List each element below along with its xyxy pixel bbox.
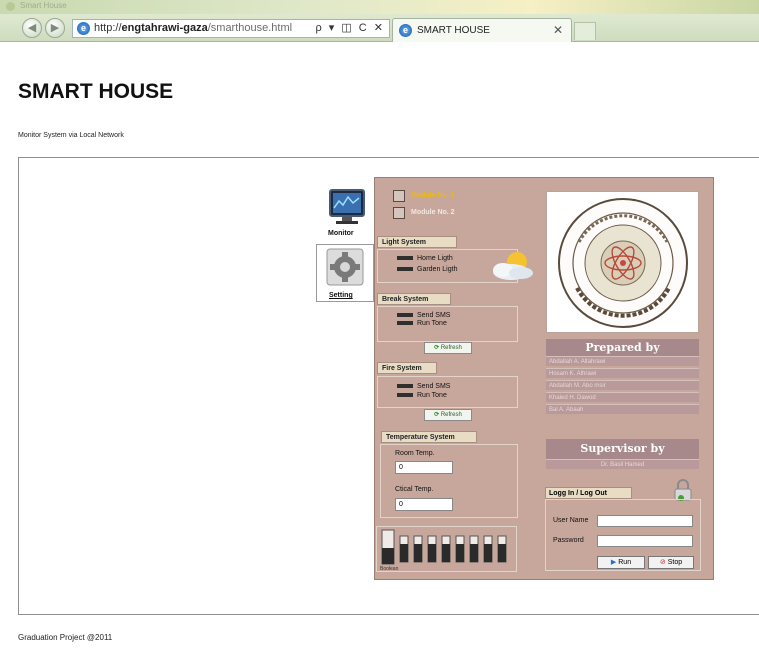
- address-bar[interactable]: e http://engtahrawi-gaza/smarthouse.html…: [72, 19, 390, 38]
- username-label: User Name: [553, 517, 589, 524]
- boolean-switch-knob: [414, 544, 422, 562]
- module-2-label: Module No. 2: [411, 209, 455, 216]
- module-1-label: Module No. 1: [411, 192, 455, 199]
- ie-favicon-icon: [6, 2, 15, 11]
- browser-toolbar: ◀ ▶ e http://engtahrawi-gaza/smarthouse.…: [0, 14, 759, 42]
- run-button[interactable]: ▶ Run: [597, 556, 645, 569]
- fire-refresh-button[interactable]: ⟳ Refresh: [424, 409, 472, 421]
- boolean-switch-knob: [442, 544, 450, 562]
- supervisor-header: Supervisor by: [546, 439, 699, 459]
- break-system-header: Break System: [377, 293, 451, 305]
- boolean-switch-knob: [484, 544, 492, 562]
- boolean-switches: [381, 529, 507, 565]
- list-item: Bal A. Abaah: [546, 404, 699, 414]
- boolean-switch-knob: [382, 548, 394, 564]
- break-run-tone-indicator: Run Tone: [397, 320, 447, 327]
- ie-icon: e: [399, 24, 412, 37]
- home-light-indicator: Home Ligth: [397, 255, 453, 262]
- university-seal-icon: [558, 198, 688, 328]
- tab-label: SMART HOUSE: [417, 25, 490, 36]
- address-tools-icon[interactable]: ρ ▾ ◫ C ✕: [315, 20, 385, 37]
- login-header: Logg In / Log Out: [545, 487, 632, 499]
- break-send-sms-indicator: Send SMS: [397, 312, 450, 319]
- password-label: Password: [553, 537, 584, 544]
- tab-monitor[interactable]: Monitor: [322, 186, 374, 238]
- break-refresh-button[interactable]: ⟳ Refresh: [424, 342, 472, 354]
- setting-tab-label: Setting: [329, 292, 353, 299]
- window-title: Smart House: [20, 1, 67, 10]
- stop-icon: ⊘: [659, 559, 666, 566]
- critical-temp-field[interactable]: 0: [395, 498, 453, 511]
- window-title-bar: Smart House: [0, 0, 759, 14]
- weather-icon: [493, 252, 533, 280]
- list-item: Abdallah M. Abo msir: [546, 380, 699, 390]
- light-system-header: Light System: [377, 236, 457, 248]
- boolean-switch-knob: [456, 544, 464, 562]
- address-url[interactable]: http://engtahrawi-gaza/smarthouse.html: [94, 20, 292, 37]
- fire-run-tone-indicator: Run Tone: [397, 392, 447, 399]
- password-field[interactable]: [597, 535, 693, 547]
- boolean-label: Boolean: [380, 566, 399, 572]
- username-field[interactable]: [597, 515, 693, 527]
- garden-light-indicator: Garden Ligth: [397, 266, 457, 273]
- page-subtitle: Monitor System via Local Network: [18, 132, 124, 139]
- ie-icon: e: [77, 22, 90, 35]
- new-tab-button[interactable]: [574, 22, 596, 40]
- tab-smart-house[interactable]: e SMART HOUSE ✕: [392, 18, 572, 42]
- gear-icon: [326, 248, 364, 286]
- refresh-icon: ⟳: [434, 412, 440, 418]
- list-item: Khaled H. Dawod: [546, 392, 699, 402]
- monitor-tab-label: Monitor: [328, 230, 354, 237]
- supervisor-name: Dr. Basil Hamed: [546, 459, 699, 469]
- university-logo: [546, 191, 699, 333]
- back-arrow-icon: ◀: [27, 22, 37, 34]
- boolean-switch-knob: [470, 544, 478, 562]
- tab-setting[interactable]: Setting: [316, 244, 374, 302]
- room-temp-label: Room Temp.: [395, 450, 435, 457]
- list-item: Hosam K. Alhrawi: [546, 368, 699, 378]
- room-temp-field[interactable]: 0: [395, 461, 453, 474]
- forward-arrow-icon: ▶: [50, 22, 60, 34]
- forward-button[interactable]: ▶: [45, 18, 65, 38]
- tab-close-icon[interactable]: ✕: [553, 23, 563, 37]
- monitor-icon: [329, 189, 365, 224]
- list-item: Abdallah A. Altahrawi: [546, 356, 699, 366]
- page-title: SMART HOUSE: [18, 80, 174, 103]
- stop-button[interactable]: ⊘ Stop: [648, 556, 694, 569]
- prepared-by-header: Prepared by: [546, 339, 699, 356]
- back-button[interactable]: ◀: [22, 18, 42, 38]
- page-footer: Graduation Project @2011: [18, 633, 113, 642]
- boolean-switch-knob: [400, 544, 408, 562]
- critical-temp-label: Ctical Temp.: [395, 486, 434, 493]
- refresh-icon: ⟳: [434, 345, 440, 351]
- fire-send-sms-indicator: Send SMS: [397, 383, 450, 390]
- play-icon: ▶: [610, 559, 617, 566]
- boolean-switch-knob: [498, 544, 506, 562]
- fire-system-header: Fire System: [377, 362, 437, 374]
- boolean-switch-knob: [428, 544, 436, 562]
- temperature-system-header: Temperature System: [381, 431, 477, 443]
